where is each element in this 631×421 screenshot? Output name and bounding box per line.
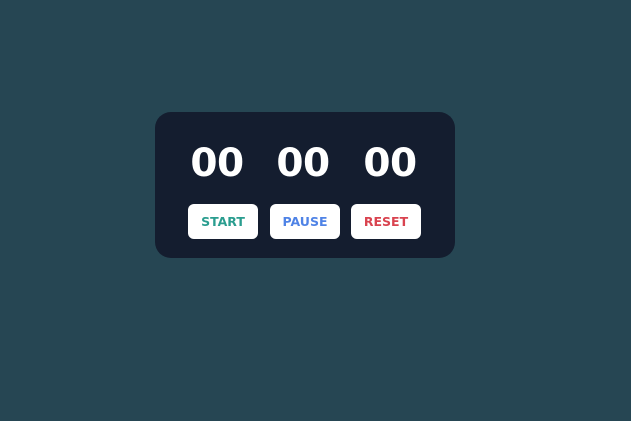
reset-button[interactable]: RESET (351, 204, 421, 239)
hours-display: 00 (190, 141, 244, 186)
start-button[interactable]: START (188, 204, 258, 239)
seconds-display: 00 (363, 141, 417, 186)
time-display: 00 00 00 (155, 140, 455, 188)
minutes-display: 00 (276, 141, 330, 186)
controls: START PAUSE RESET (155, 204, 455, 239)
pause-button[interactable]: PAUSE (270, 204, 340, 239)
stopwatch-panel: 00 00 00 START PAUSE RESET (155, 112, 455, 258)
